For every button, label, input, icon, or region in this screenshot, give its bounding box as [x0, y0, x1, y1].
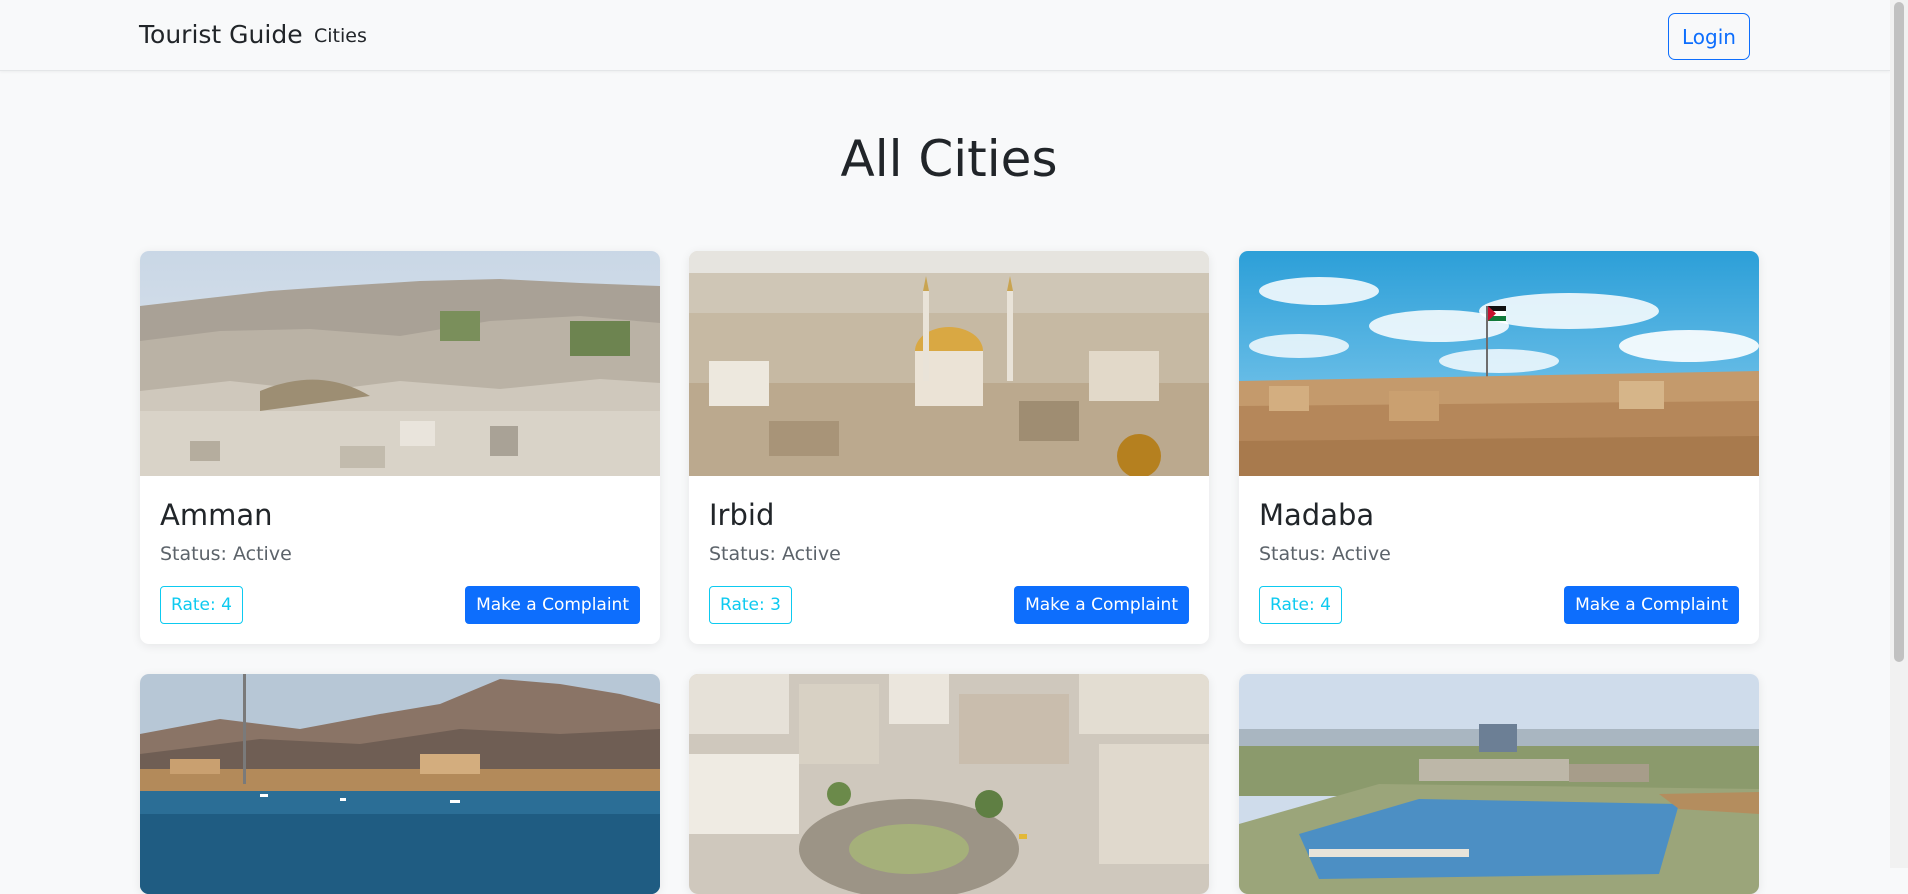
city-card-aqaba	[140, 674, 660, 894]
rate-badge: Rate: 4	[1259, 586, 1342, 624]
city-image-campus	[1239, 674, 1759, 894]
city-name: Amman	[160, 498, 273, 532]
city-card-amman: Amman Status: Active Rate: 4 Make a Comp…	[140, 251, 660, 644]
city-card-madaba: Madaba Status: Active Rate: 4 Make a Com…	[1239, 251, 1759, 644]
city-image-aqaba	[140, 674, 660, 894]
city-card-irbid: Irbid Status: Active Rate: 3 Make a Comp…	[689, 251, 1209, 644]
city-card-body: Madaba Status: Active Rate: 4 Make a Com…	[1239, 476, 1759, 644]
city-name: Madaba	[1259, 498, 1375, 532]
make-complaint-button[interactable]: Make a Complaint	[1564, 586, 1739, 624]
scrollbar-thumb[interactable]	[1894, 2, 1904, 662]
city-card-body: Irbid Status: Active Rate: 3 Make a Comp…	[689, 476, 1209, 644]
nav-link-cities[interactable]: Cities	[314, 25, 367, 47]
city-image-roundabout	[689, 674, 1209, 894]
make-complaint-button[interactable]: Make a Complaint	[465, 586, 640, 624]
city-image-amman	[140, 251, 660, 476]
city-card-roundabout	[689, 674, 1209, 894]
city-status: Status: Active	[709, 543, 841, 565]
city-status: Status: Active	[1259, 543, 1391, 565]
top-navbar: Tourist Guide Cities Login	[0, 0, 1890, 71]
city-status: Status: Active	[160, 543, 292, 565]
make-complaint-button[interactable]: Make a Complaint	[1014, 586, 1189, 624]
city-image-madaba	[1239, 251, 1759, 476]
city-image-irbid	[689, 251, 1209, 476]
brand-link[interactable]: Tourist Guide	[139, 20, 303, 49]
rate-badge: Rate: 3	[709, 586, 792, 624]
city-card-body: Amman Status: Active Rate: 4 Make a Comp…	[140, 476, 660, 644]
rate-badge: Rate: 4	[160, 586, 243, 624]
city-name: Irbid	[709, 498, 775, 532]
page-title: All Cities	[840, 130, 1058, 188]
login-button[interactable]: Login	[1668, 13, 1750, 60]
city-card-campus	[1239, 674, 1759, 894]
